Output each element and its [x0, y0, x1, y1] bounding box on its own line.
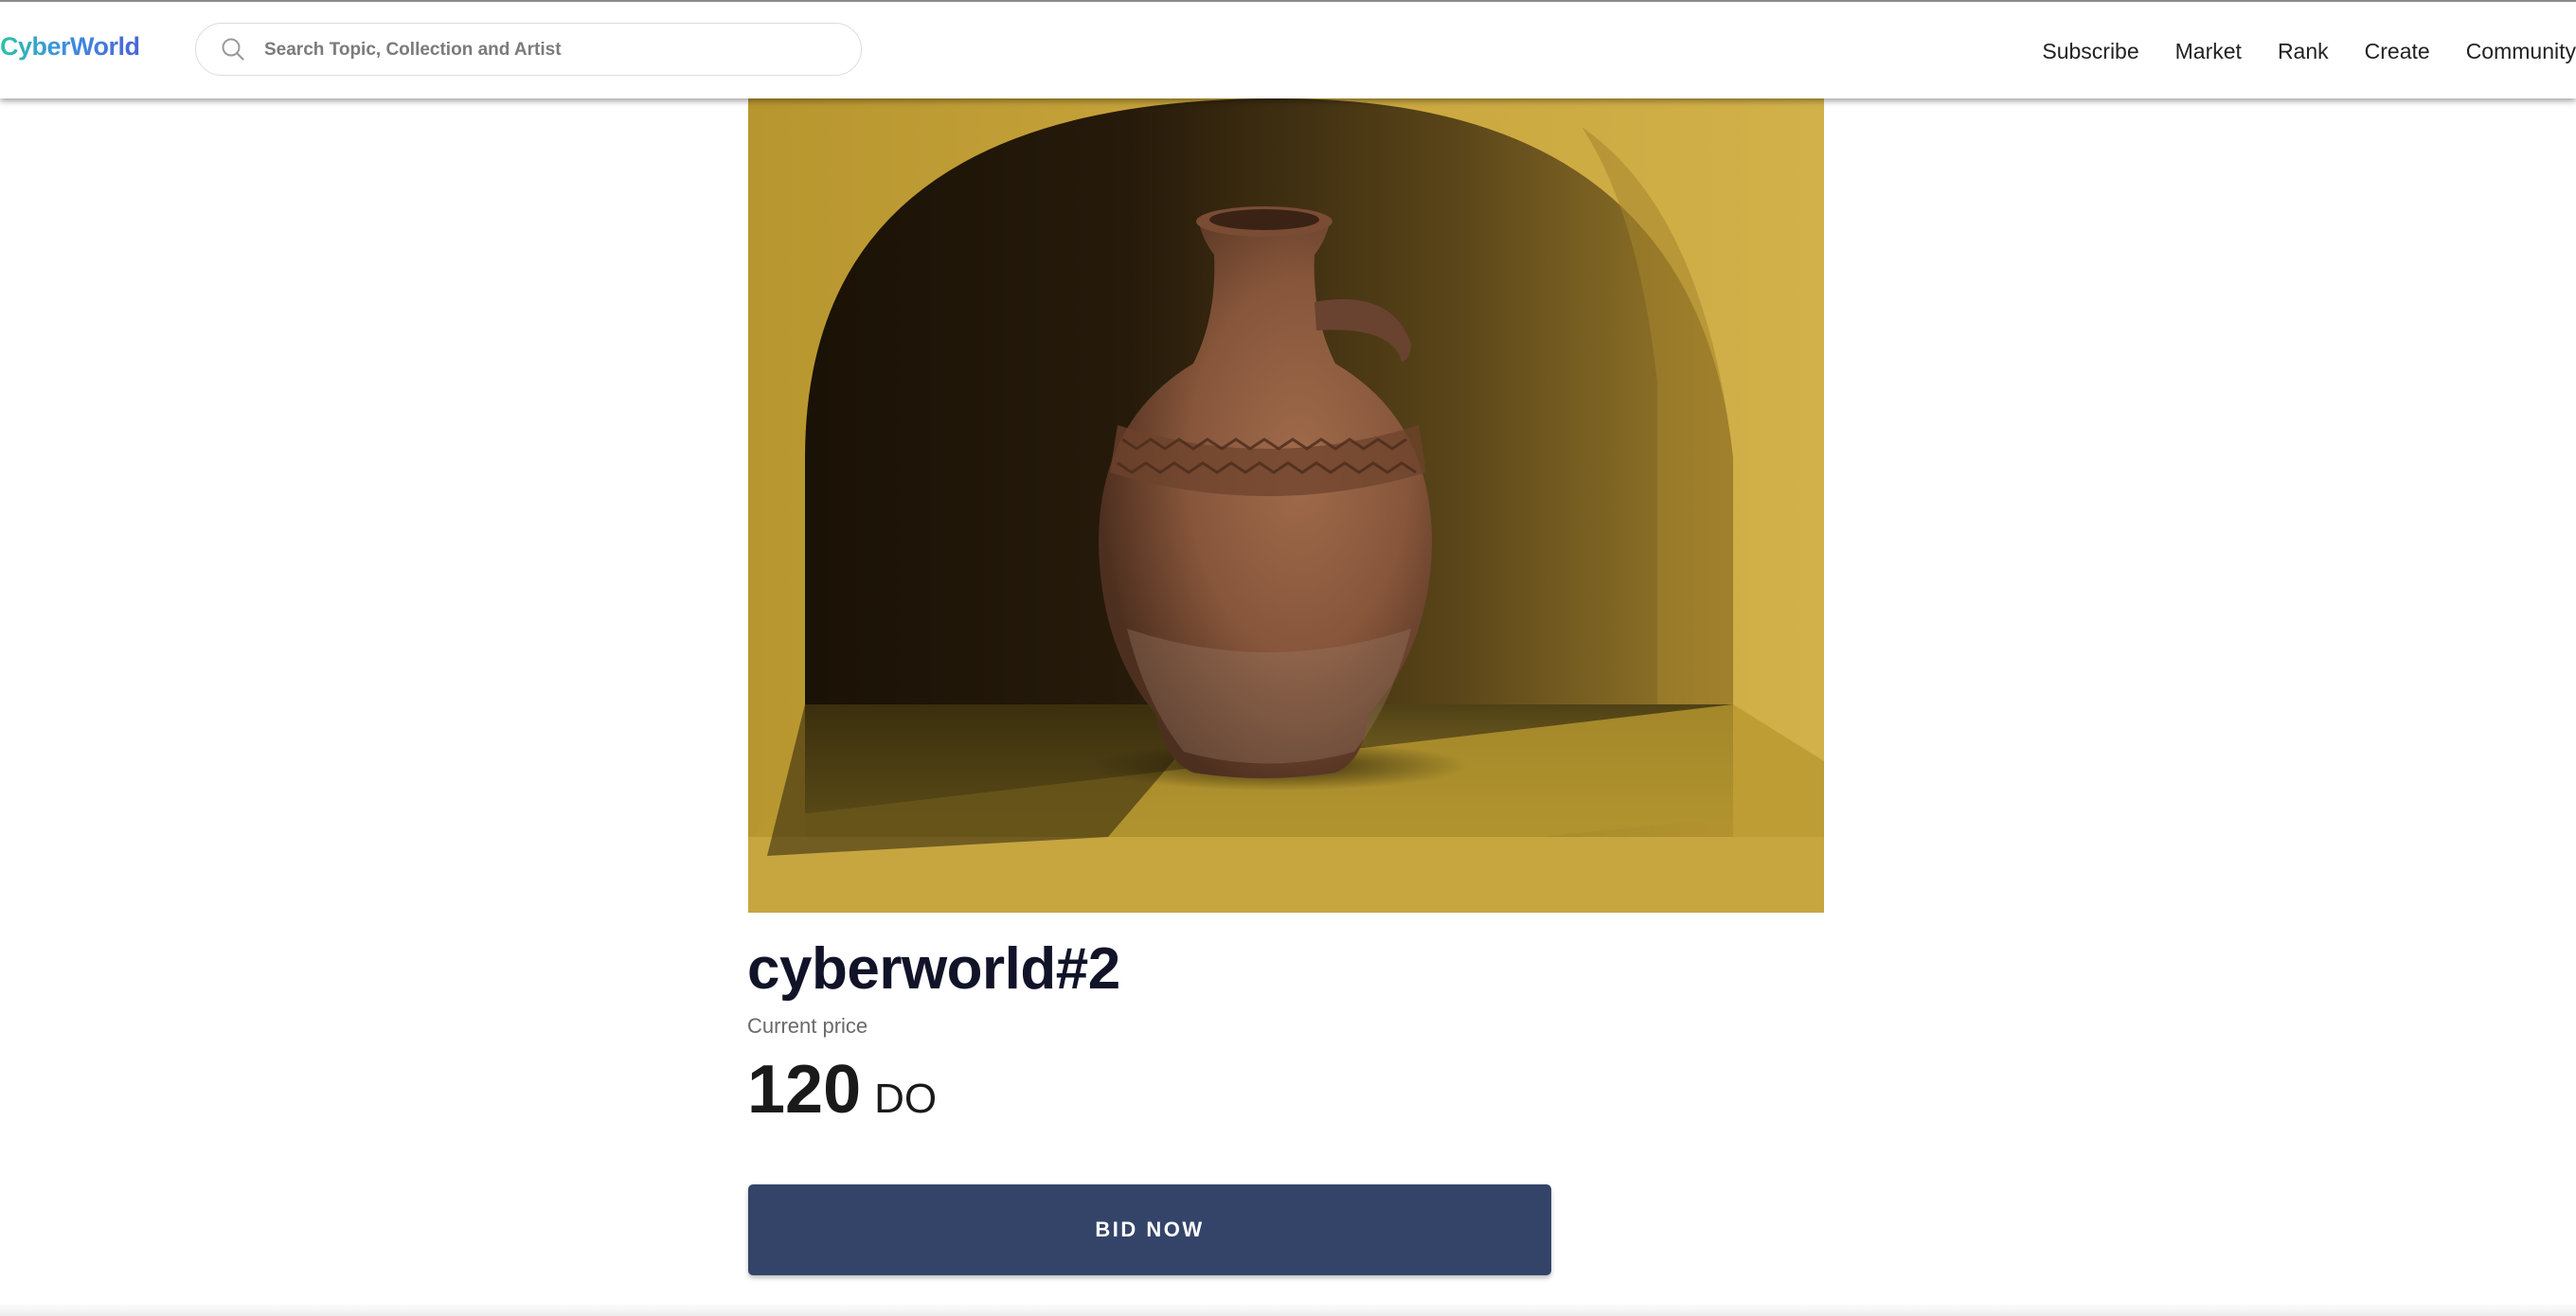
- item-title: cyberworld#2: [747, 936, 1120, 1002]
- artwork-image[interactable]: [748, 98, 1824, 913]
- price-label: Current price: [747, 1014, 868, 1038]
- jug-in-niche-picture: [748, 98, 1824, 913]
- price-value: 120: [747, 1052, 862, 1128]
- nav-community[interactable]: Community: [2466, 39, 2576, 64]
- main-nav: Subscribe Market Rank Create Community: [2006, 2, 2576, 100]
- price-unit: DO: [874, 1076, 938, 1122]
- price-display: 120 DO: [747, 1051, 937, 1129]
- nav-subscribe[interactable]: Subscribe: [2042, 39, 2138, 64]
- nav-market[interactable]: Market: [2175, 39, 2242, 64]
- nav-create[interactable]: Create: [2365, 39, 2430, 64]
- page-bottom-edge: [0, 1303, 2576, 1316]
- logo[interactable]: CyberWorld: [0, 32, 140, 62]
- search-icon: [222, 38, 244, 61]
- search-input[interactable]: [262, 24, 834, 76]
- bid-now-button[interactable]: BID NOW: [748, 1184, 1551, 1275]
- top-navigation-bar: CyberWorld Subscribe Market Rank Create …: [0, 0, 2576, 98]
- search-box[interactable]: [195, 23, 862, 76]
- nav-rank[interactable]: Rank: [2278, 39, 2329, 64]
